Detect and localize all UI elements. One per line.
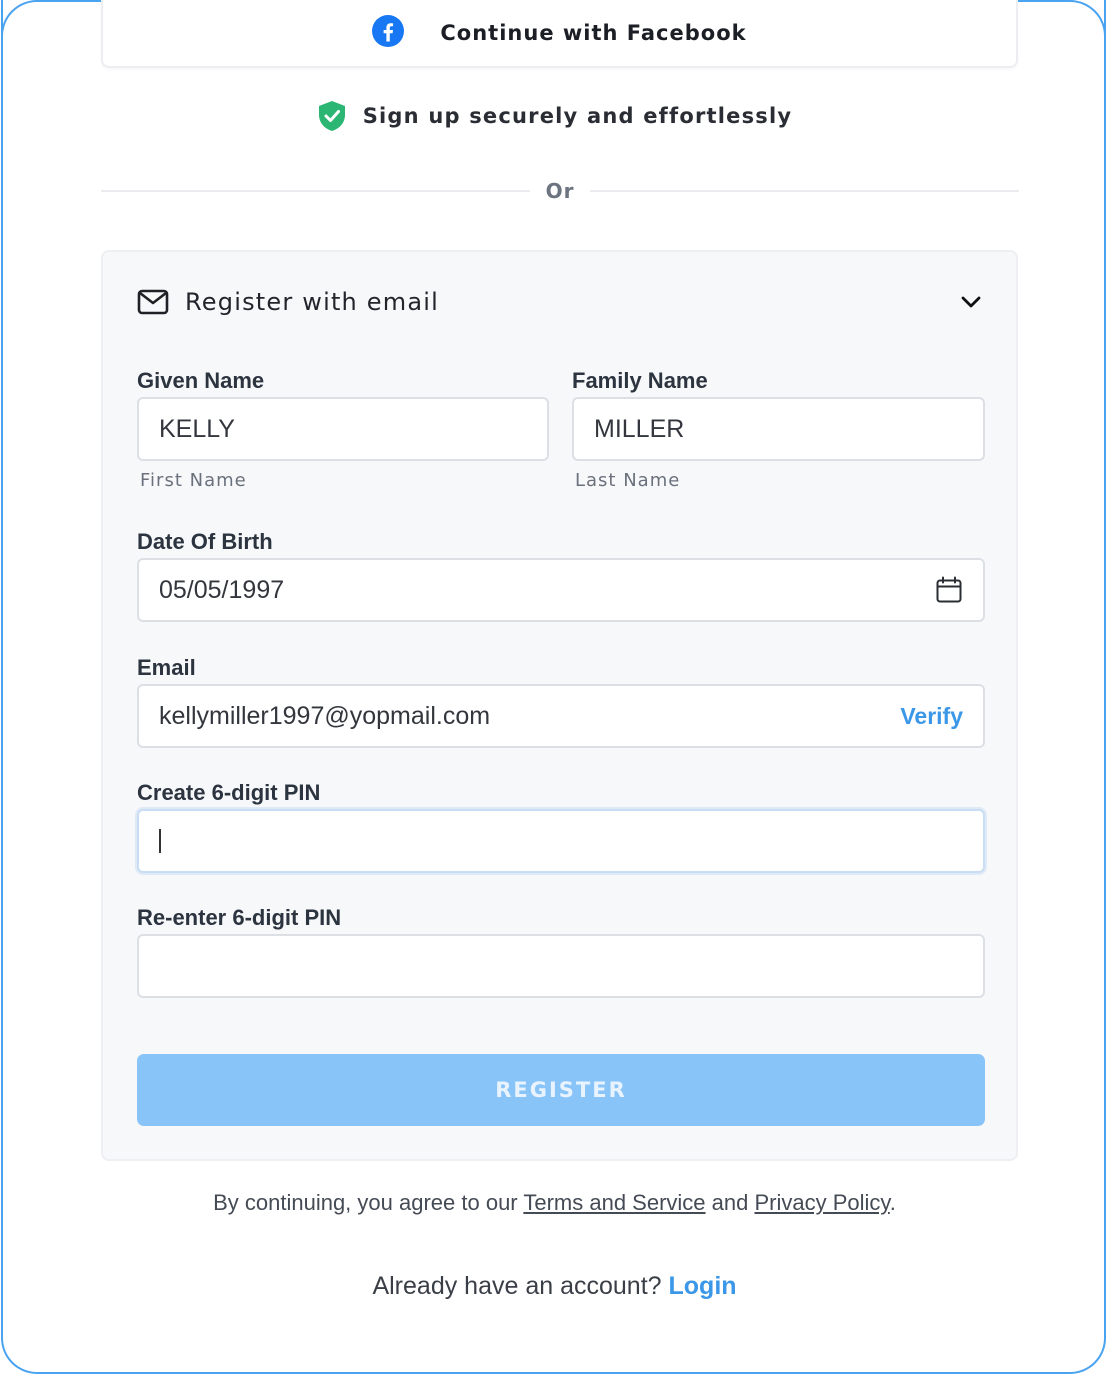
family-name-label: Family Name [572,368,708,393]
verify-email-link[interactable]: Verify [900,703,963,730]
pin-confirm-label: Re-enter 6-digit PIN [137,905,342,930]
dob-input[interactable]: 05/05/1997 [137,558,985,622]
secure-signup-note: Sign up securely and effortlessly [0,100,1109,132]
facebook-button-label: Continue with Facebook [440,21,747,45]
chevron-down-icon[interactable] [959,290,983,314]
or-divider: Or [101,176,1019,206]
terms-of-service-link[interactable]: Terms and Service [523,1190,705,1215]
family-name-hint: Last Name [575,470,681,491]
secure-text: Sign up securely and effortlessly [362,104,793,128]
register-email-panel: Register with email Given Name KELLY Fir… [101,250,1018,1161]
login-prompt-text: Already have an account? [372,1272,669,1300]
family-name-value: MILLER [594,414,685,443]
divider-line-left [101,190,530,192]
pin-input[interactable] [137,809,985,873]
family-name-input[interactable]: MILLER [572,397,985,461]
divider-label: Or [545,179,575,203]
dob-value: 05/05/1997 [159,575,285,604]
given-name-value: KELLY [159,414,235,443]
email-value: kellymiller1997@yopmail.com [159,701,491,730]
login-prompt: Already have an account? Login [0,1272,1109,1301]
email-label: Email [137,655,196,680]
terms-suffix: . [889,1190,896,1215]
shield-check-icon [317,100,347,132]
envelope-icon [137,289,169,315]
panel-title: Register with email [185,288,439,316]
email-input[interactable]: kellymiller1997@yopmail.com Verify [137,684,985,748]
facebook-icon [372,15,405,47]
privacy-policy-link[interactable]: Privacy Policy [754,1190,889,1215]
pin-confirm-input[interactable] [137,934,985,998]
login-link[interactable]: Login [669,1272,737,1300]
dob-label: Date Of Birth [137,529,273,554]
terms-mid: and [705,1190,755,1215]
text-cursor [159,829,161,853]
pin-label: Create 6-digit PIN [137,780,321,805]
register-button[interactable]: REGISTER [137,1054,985,1126]
terms-prefix: By continuing, you agree to our [213,1190,524,1215]
given-name-label: Given Name [137,368,265,393]
terms-notice: By continuing, you agree to our Terms an… [0,1190,1109,1216]
facebook-login-button[interactable]: Continue with Facebook [101,0,1018,68]
register-email-toggle[interactable]: Register with email [137,282,983,322]
divider-line-right [590,190,1019,192]
given-name-input[interactable]: KELLY [137,397,549,461]
given-name-hint: First Name [140,470,247,491]
calendar-icon[interactable] [935,576,963,604]
